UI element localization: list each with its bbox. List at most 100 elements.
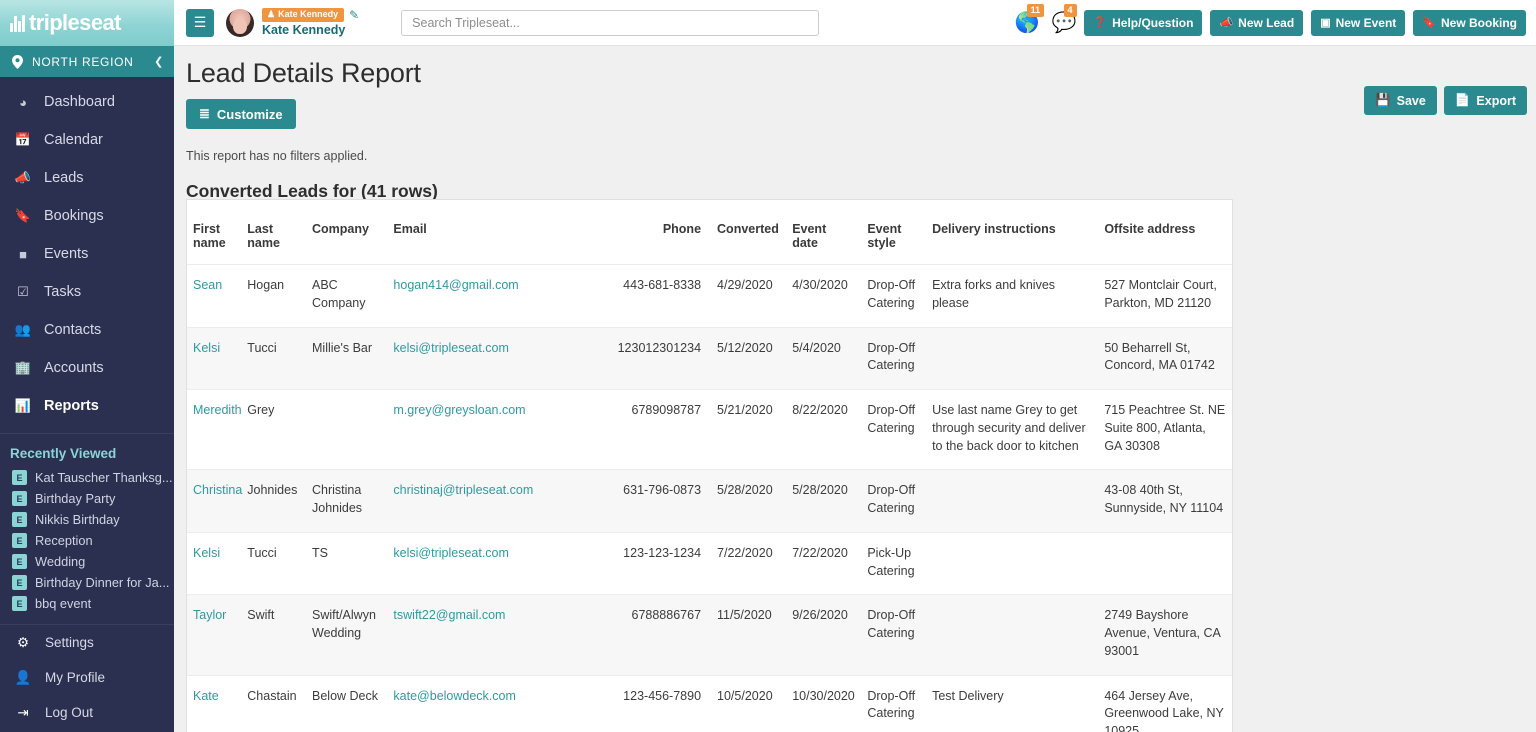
user-name: Kate Kennedy: [262, 23, 359, 37]
new-lead-button[interactable]: 📣 New Lead: [1210, 10, 1303, 36]
cell-converted: 5/21/2020: [711, 390, 786, 470]
search-input[interactable]: Search Tripleseat...: [401, 10, 819, 36]
cell-email[interactable]: christinaj@tripleseat.com: [387, 470, 596, 533]
cell-first-name[interactable]: Meredith: [187, 390, 241, 470]
customize-button[interactable]: ≣ Customize: [186, 99, 296, 129]
chevron-left-icon[interactable]: ❮: [154, 55, 164, 68]
table-row[interactable]: MeredithGreym.grey@greysloan.com67890987…: [187, 390, 1232, 470]
globe-icon[interactable]: 🌎 11: [1015, 10, 1040, 35]
column-header-offsite[interactable]: Offsite address: [1098, 200, 1232, 265]
sidebar-item-label: Leads: [44, 170, 84, 186]
cell-email[interactable]: kate@belowdeck.com: [387, 675, 596, 732]
sidebar: tripleseat NORTH REGION ❮ ◕ Dashboard 📅 …: [0, 0, 174, 732]
cell-email[interactable]: tswift22@gmail.com: [387, 595, 596, 675]
table-row[interactable]: ChristinaJohnidesChristina Johnideschris…: [187, 470, 1232, 533]
cell-last-name: Hogan: [241, 265, 306, 328]
table-row[interactable]: KelsiTucciTSkelsi@tripleseat.com123-123-…: [187, 532, 1232, 595]
avatar[interactable]: [226, 9, 254, 37]
list-item[interactable]: E Birthday Dinner for Ja...: [0, 572, 174, 593]
status-badge-label: Kate Kennedy: [278, 9, 338, 20]
sidebar-item-calendar[interactable]: 📅 Calendar: [0, 121, 174, 159]
column-header-event-date[interactable]: Event date: [786, 200, 861, 265]
sidebar-item-tasks[interactable]: ☑ Tasks: [0, 273, 174, 311]
region-selector[interactable]: NORTH REGION ❮: [0, 46, 174, 77]
cell-first-name[interactable]: Kelsi: [187, 532, 241, 595]
column-header-delivery[interactable]: Delivery instructions: [926, 200, 1098, 265]
table-row[interactable]: KateChastainBelow Deckkate@belowdeck.com…: [187, 675, 1232, 732]
cell-converted: 5/28/2020: [711, 470, 786, 533]
column-header-event-style[interactable]: Event style: [861, 200, 926, 265]
cell-event-date: 7/22/2020: [786, 532, 861, 595]
sidebar-item-label: Calendar: [44, 132, 103, 148]
cell-offsite-address: 43-08 40th St, Sunnyside, NY 11104: [1098, 470, 1232, 533]
logo-bar[interactable]: tripleseat: [0, 0, 174, 46]
sidebar-item-my-profile[interactable]: 👤 My Profile: [0, 660, 174, 695]
cell-email[interactable]: hogan414@gmail.com: [387, 265, 596, 328]
table-row[interactable]: KelsiTucciMillie's Barkelsi@tripleseat.c…: [187, 327, 1232, 390]
table-row[interactable]: SeanHoganABC Companyhogan414@gmail.com44…: [187, 265, 1232, 328]
column-header-email[interactable]: Email: [387, 200, 596, 265]
cell-email[interactable]: m.grey@greysloan.com: [387, 390, 596, 470]
cell-first-name[interactable]: Sean: [187, 265, 241, 328]
list-item[interactable]: E Kat Tauscher Thanksg...: [0, 467, 174, 488]
report-table-card: First name Last name Company Email Phone…: [186, 199, 1233, 732]
list-item[interactable]: E Birthday Party: [0, 488, 174, 509]
sidebar-item-contacts[interactable]: 👥 Contacts: [0, 311, 174, 349]
list-item[interactable]: E Nikkis Birthday: [0, 509, 174, 530]
cell-first-name[interactable]: Christina: [187, 470, 241, 533]
list-item-label: Birthday Dinner for Ja...: [35, 575, 169, 590]
table-row[interactable]: TaylorSwiftSwift/Alwyn Weddingtswift22@g…: [187, 595, 1232, 675]
sidebar-item-log-out[interactable]: ⇥ Log Out: [0, 695, 174, 730]
sidebar-item-dashboard[interactable]: ◕ Dashboard: [0, 83, 174, 121]
edit-square-icon[interactable]: ✎: [349, 8, 359, 22]
sidebar-item-label: Reports: [44, 398, 99, 414]
cell-phone: 443-681-8338: [596, 265, 711, 328]
sidebar-item-label: Contacts: [44, 322, 101, 338]
cell-first-name[interactable]: Taylor: [187, 595, 241, 675]
page-title: Lead Details Report: [174, 46, 1536, 89]
list-item-label: Birthday Party: [35, 491, 115, 506]
column-header-last-name[interactable]: Last name: [241, 200, 306, 265]
sidebar-item-reports[interactable]: 📊 Reports: [0, 387, 174, 425]
cell-event-date: 10/30/2020: [786, 675, 861, 732]
cell-first-name[interactable]: Kate: [187, 675, 241, 732]
list-item[interactable]: E bbq event: [0, 593, 174, 614]
sidebar-item-label: Tasks: [44, 284, 81, 300]
chat-bubble-icon[interactable]: 💬 4: [1052, 10, 1077, 35]
cell-delivery-instructions: [926, 532, 1098, 595]
sidebar-item-settings[interactable]: ⚙ Settings: [0, 625, 174, 660]
export-button[interactable]: 📄 Export: [1444, 86, 1527, 115]
cell-first-name[interactable]: Kelsi: [187, 327, 241, 390]
sidebar-item-events[interactable]: ■ Events: [0, 235, 174, 273]
cell-company: Christina Johnides: [306, 470, 387, 533]
column-header-phone[interactable]: Phone: [596, 200, 711, 265]
sidebar-item-accounts[interactable]: 🏢 Accounts: [0, 349, 174, 387]
cell-email[interactable]: kelsi@tripleseat.com: [387, 532, 596, 595]
cell-event-date: 5/28/2020: [786, 470, 861, 533]
cell-email[interactable]: kelsi@tripleseat.com: [387, 327, 596, 390]
event-badge-icon: E: [12, 470, 27, 485]
cell-company: Below Deck: [306, 675, 387, 732]
logo-text: tripleseat: [29, 12, 121, 34]
column-header-first-name[interactable]: First name: [187, 200, 241, 265]
dashboard-icon: ◕: [14, 95, 32, 110]
status-badge[interactable]: ♟ Kate Kennedy: [262, 8, 344, 22]
column-header-company[interactable]: Company: [306, 200, 387, 265]
sidebar-item-leads[interactable]: 📣 Leads: [0, 159, 174, 197]
sidebar-item-bookings[interactable]: 🔖 Bookings: [0, 197, 174, 235]
list-item[interactable]: E Reception: [0, 530, 174, 551]
list-item[interactable]: E Wedding: [0, 551, 174, 572]
save-button[interactable]: 💾 Save: [1364, 86, 1437, 115]
new-booking-button[interactable]: 🔖 New Booking: [1413, 10, 1526, 36]
new-event-button[interactable]: ▣ New Event: [1311, 10, 1405, 36]
list-item-label: Kat Tauscher Thanksg...: [35, 470, 173, 485]
hamburger-icon[interactable]: ☰: [186, 9, 214, 37]
column-header-converted[interactable]: Converted: [711, 200, 786, 265]
user-block: ♟ Kate Kennedy ✎ Kate Kennedy: [262, 8, 359, 37]
tripleseat-logo-icon: [10, 14, 25, 32]
help-question-button[interactable]: ❓ Help/Question: [1084, 10, 1202, 36]
cell-delivery-instructions: Test Delivery: [926, 675, 1098, 732]
event-badge-icon: E: [12, 533, 27, 548]
top-bar: ☰ ♟ Kate Kennedy ✎ Kate Kennedy Search T…: [174, 0, 1536, 46]
table-header-row: First name Last name Company Email Phone…: [187, 200, 1232, 265]
